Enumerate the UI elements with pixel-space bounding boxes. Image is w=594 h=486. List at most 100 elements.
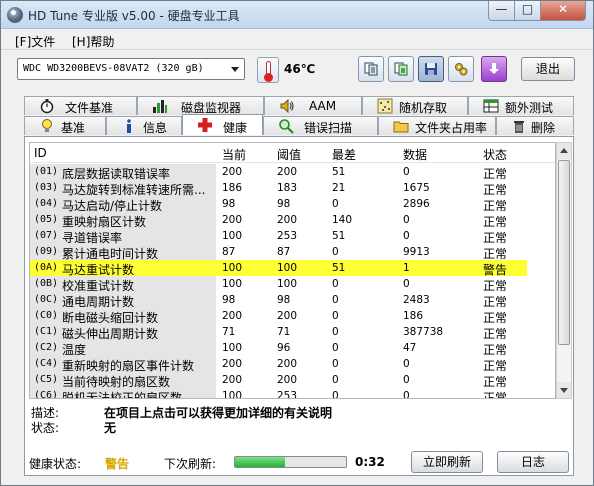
table-row[interactable]: (0C) 通电周期计数 98 98 0 2483 正常 — [30, 292, 555, 309]
table-row[interactable]: (0B) 校准重试计数 100 100 0 0 正常 — [30, 276, 555, 293]
tab-error-scan[interactable]: 错误扫描 — [263, 116, 378, 135]
thermometer-icon — [257, 57, 279, 83]
table-row[interactable]: (07) 寻道错误率 100 253 51 0 正常 — [30, 228, 555, 245]
column-header-id[interactable]: ID — [34, 146, 47, 160]
table-row[interactable]: (C6) 脱机无法校正的扇区数 100 253 0 0 正常 — [30, 388, 555, 399]
table-row[interactable]: (C0) 断电磁头缩回计数 200 200 0 186 正常 — [30, 308, 555, 325]
tab-random-access[interactable]: 随机存取 — [362, 96, 468, 115]
table-row[interactable]: (03) 马达旋转到标准转速所需... 186 183 21 1675 正常 — [30, 180, 555, 197]
cell-worst: 0 — [332, 278, 339, 290]
column-header-threshold[interactable]: 阈值 — [277, 146, 301, 163]
tab-file-benchmark[interactable]: 文件基准 — [24, 96, 137, 115]
attribute-code: (0B) — [34, 278, 59, 289]
column-header-status[interactable]: 状态 — [483, 146, 507, 163]
cell-worst: 0 — [332, 390, 339, 399]
attribute-code: (C4) — [34, 358, 59, 369]
trash-can-icon — [514, 121, 524, 133]
table-scrollbar[interactable] — [556, 142, 572, 399]
scroll-down-button[interactable] — [557, 382, 571, 398]
column-header-current[interactable]: 当前 — [222, 146, 246, 163]
description-text: 在项目上点击可以获得更加详细的有关说明 — [104, 406, 333, 420]
copy-text-icon — [364, 62, 378, 76]
log-button[interactable]: 日志 — [497, 451, 569, 473]
tab-info[interactable]: 信息 — [106, 116, 182, 135]
cell-worst: 51 — [332, 166, 346, 178]
drive-select[interactable]: WDC WD3200BEVS-08VAT2 (320 gB) — [17, 58, 245, 80]
magnifier-icon — [279, 119, 294, 134]
scatter-dots-icon — [377, 98, 393, 114]
menu-file[interactable]: [F]文件 — [15, 33, 55, 50]
tab-extra-tests[interactable]: 额外测试 — [468, 96, 574, 115]
cell-data: 0 — [403, 214, 410, 226]
attribute-code: (09) — [34, 246, 59, 257]
download-icon — [489, 63, 499, 74]
column-header-data[interactable]: 数据 — [403, 146, 427, 163]
cell-worst: 0 — [332, 294, 339, 306]
attribute-code: (0A) — [34, 262, 59, 273]
maximize-button[interactable]: □ — [514, 1, 541, 21]
cell-threshold: 98 — [277, 198, 291, 210]
cell-threshold: 200 — [277, 374, 298, 386]
cell-threshold: 200 — [277, 214, 298, 226]
minimize-button[interactable]: — — [488, 1, 515, 21]
tab-benchmark[interactable]: 基准 — [24, 116, 106, 135]
scroll-thumb[interactable] — [558, 160, 570, 345]
table-row[interactable]: (C1) 磁头伸出周期计数 71 71 0 387738 正常 — [30, 324, 555, 341]
table-row[interactable]: (09) 累计通电时间计数 87 87 0 9913 正常 — [30, 244, 555, 261]
cell-current: 98 — [222, 198, 236, 210]
tab-folder-usage[interactable]: 文件夹占用率 — [378, 116, 496, 135]
refresh-now-button[interactable]: 立即刷新 — [411, 451, 483, 473]
attribute-code: (C5) — [34, 374, 59, 385]
options-button[interactable] — [448, 56, 474, 82]
window-title: HD Tune 专业版 v5.00 - 硬盘专业工具 — [28, 9, 240, 23]
table-row[interactable]: (C2) 温度 100 96 0 47 正常 — [30, 340, 555, 357]
save-button[interactable] — [418, 56, 444, 82]
cell-current: 100 — [222, 278, 243, 290]
attribute-code: (01) — [34, 166, 59, 177]
cell-threshold: 200 — [277, 358, 298, 370]
cell-threshold: 200 — [277, 166, 298, 178]
arrow-down-icon — [560, 388, 568, 393]
folder-icon — [393, 121, 409, 133]
table-row[interactable]: (C4) 重新映射的扇区事件计数 200 200 0 0 正常 — [30, 356, 555, 373]
table-row[interactable]: (0A) 马达重试计数 100 100 51 1 警告 — [30, 260, 555, 277]
tab-health[interactable]: 健康 — [182, 114, 263, 135]
copy-text-button[interactable] — [358, 56, 384, 82]
copy-screenshot-icon — [394, 62, 408, 76]
grid-table-icon — [483, 99, 499, 113]
cell-current: 87 — [222, 246, 236, 258]
table-row[interactable]: (C5) 当前待映射的扇区数 200 200 0 0 正常 — [30, 372, 555, 389]
attribute-code: (C0) — [34, 310, 59, 321]
scroll-up-button[interactable] — [557, 143, 571, 159]
table-row[interactable]: (05) 重映射扇区计数 200 200 140 0 正常 — [30, 212, 555, 229]
menu-help[interactable]: [H]帮助 — [72, 33, 114, 50]
cell-data: 0 — [403, 278, 410, 290]
cell-threshold: 183 — [277, 182, 298, 194]
copy-screenshot-button[interactable] — [388, 56, 414, 82]
cell-current: 71 — [222, 326, 236, 338]
exit-button[interactable]: 退出 — [521, 57, 575, 81]
cell-current: 100 — [222, 262, 243, 274]
cell-worst: 140 — [332, 214, 353, 226]
cell-current: 200 — [222, 310, 243, 322]
tab-aam[interactable]: AAM — [264, 96, 362, 115]
tab-erase[interactable]: 删除 — [496, 116, 574, 135]
cell-data: 1675 — [403, 182, 430, 194]
column-header-worst[interactable]: 最差 — [332, 146, 356, 163]
attribute-code: (C6) — [34, 390, 59, 399]
table-row[interactable]: (04) 马达启动/停止计数 98 98 0 2896 正常 — [30, 196, 555, 213]
tab-disk-monitor[interactable]: 磁盘监视器 — [137, 96, 264, 115]
cell-worst: 51 — [332, 262, 346, 274]
arrow-up-icon — [560, 148, 568, 153]
cell-worst: 0 — [332, 342, 339, 354]
title-bar[interactable]: HD Tune 专业版 v5.00 - 硬盘专业工具 — □ ✕ — [1, 1, 593, 29]
download-button[interactable] — [481, 56, 507, 82]
close-button[interactable]: ✕ — [540, 1, 586, 21]
cell-data: 0 — [403, 230, 410, 242]
table-row[interactable]: (01) 底层数据读取错误率 200 200 51 0 正常 — [30, 164, 555, 181]
bar-chart-icon — [153, 100, 167, 113]
cell-worst: 0 — [332, 326, 339, 338]
cell-threshold: 71 — [277, 326, 291, 338]
smart-attribute-table[interactable]: ID 当前 阈值 最差 数据 状态 (01) 底层数据读取错误率 200 200 51 0… — [29, 142, 556, 399]
cell-current: 200 — [222, 214, 243, 226]
